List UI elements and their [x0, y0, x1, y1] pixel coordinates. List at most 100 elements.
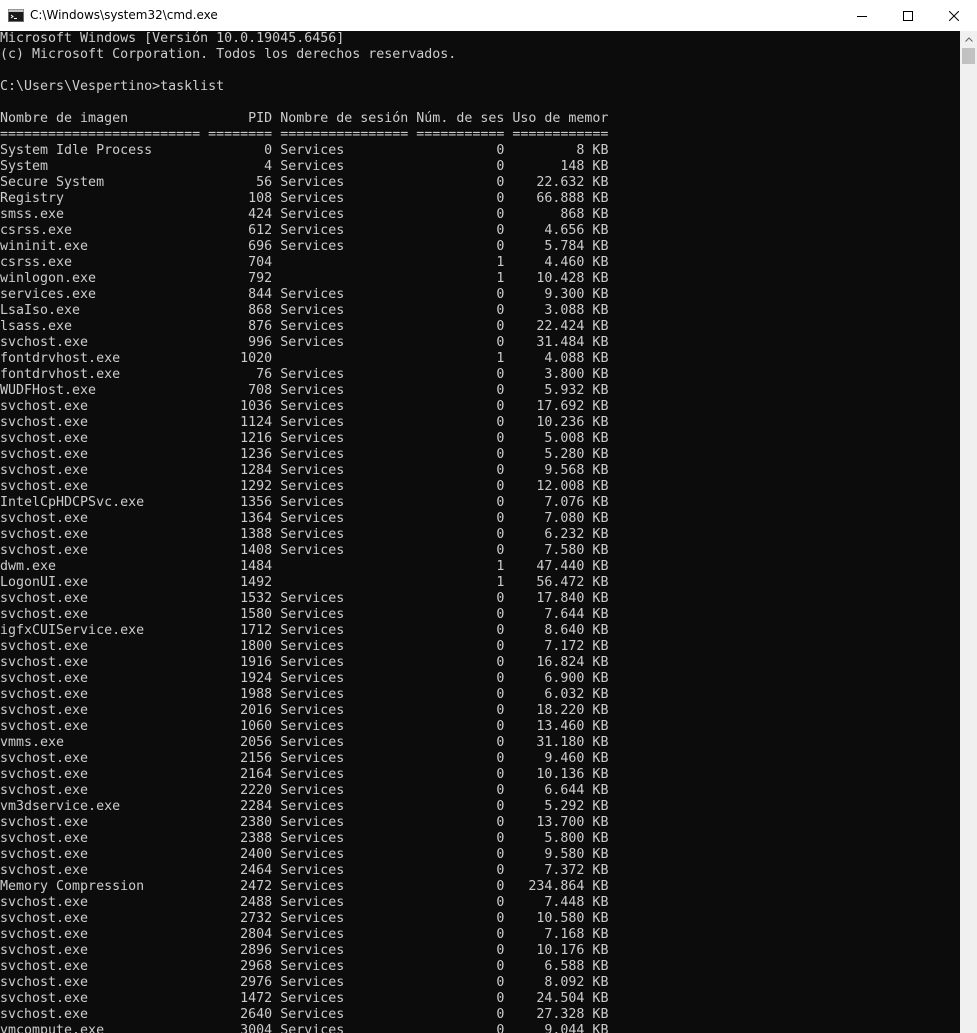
process-session-num: 0	[408, 287, 505, 302]
process-pid: 2164	[208, 767, 273, 782]
column-gap	[272, 831, 280, 846]
process-session: Services	[280, 335, 409, 350]
scroll-up-button[interactable]	[960, 31, 977, 48]
process-mem: 5.932 KB	[504, 383, 609, 398]
column-gap	[272, 463, 280, 478]
scroll-thumb[interactable]	[962, 48, 975, 64]
vertical-scrollbar[interactable]	[960, 31, 977, 1033]
table-row: System 4 Services 0 148 KB	[0, 159, 960, 175]
process-name: LogonUI.exe	[0, 575, 209, 590]
column-gap	[272, 575, 280, 590]
process-session: Services	[280, 431, 409, 446]
process-name: svchost.exe	[0, 687, 209, 702]
process-mem: 234.864 KB	[504, 879, 609, 894]
process-name: wininit.exe	[0, 239, 209, 254]
process-mem: 22.632 KB	[504, 175, 609, 190]
process-session-num: 0	[408, 175, 505, 190]
process-session-num: 0	[408, 831, 505, 846]
process-session-num: 0	[408, 223, 505, 238]
process-session-num: 1	[408, 559, 505, 574]
banner-line: (c) Microsoft Corporation. Todos los der…	[0, 47, 457, 62]
process-name: svchost.exe	[0, 655, 209, 670]
header-session-num: Núm. de ses	[416, 111, 513, 126]
table-row: svchost.exe 1916 Services 0 16.824 KB	[0, 655, 960, 671]
process-session: Services	[280, 783, 409, 798]
process-pid: 2804	[208, 927, 273, 942]
process-session-num: 0	[408, 623, 505, 638]
header-image-name: Nombre de imagen	[0, 111, 209, 126]
close-button[interactable]	[931, 0, 977, 31]
process-name: WUDFHost.exe	[0, 383, 209, 398]
table-row: svchost.exe 2804 Services 0 7.168 KB	[0, 927, 960, 943]
process-pid: 1284	[208, 463, 273, 478]
column-gap	[272, 607, 280, 622]
process-session-num: 0	[408, 671, 505, 686]
process-name: svchost.exe	[0, 415, 209, 430]
table-row: svchost.exe 2976 Services 0 8.092 KB	[0, 975, 960, 991]
process-session	[280, 559, 408, 574]
process-session: Services	[280, 303, 409, 318]
process-session: Services	[280, 927, 409, 942]
process-session: Services	[280, 479, 409, 494]
process-session-num: 1	[408, 255, 505, 270]
table-row: svchost.exe 1236 Services 0 5.280 KB	[0, 447, 960, 463]
column-gap	[272, 815, 280, 830]
window-title: C:\Windows\system32\cmd.exe	[30, 8, 218, 22]
process-pid: 2056	[208, 735, 273, 750]
process-name: svchost.exe	[0, 783, 209, 798]
column-gap	[272, 191, 280, 206]
table-header: Nombre de imagen PID Nombre de sesión Nú…	[0, 111, 960, 127]
table-row: svchost.exe 1408 Services 0 7.580 KB	[0, 543, 960, 559]
process-pid: 868	[208, 303, 273, 318]
process-session-num: 0	[408, 607, 505, 622]
process-name: svchost.exe	[0, 927, 209, 942]
process-session-num: 0	[408, 863, 505, 878]
process-name: System	[0, 159, 209, 174]
process-name: svchost.exe	[0, 671, 209, 686]
process-session: Services	[280, 159, 409, 174]
process-session-num: 0	[408, 703, 505, 718]
process-name: igfxCUIService.exe	[0, 623, 209, 638]
column-gap	[272, 943, 280, 958]
column-gap	[272, 351, 280, 366]
table-row: svchost.exe 1388 Services 0 6.232 KB	[0, 527, 960, 543]
process-mem: 9.460 KB	[504, 751, 609, 766]
column-gap	[272, 719, 280, 734]
maximize-button[interactable]	[885, 0, 931, 31]
column-gap	[272, 319, 280, 334]
process-session-num: 0	[408, 1007, 505, 1022]
column-gap	[272, 1023, 280, 1033]
close-icon	[949, 10, 959, 21]
process-pid: 1236	[208, 447, 273, 462]
minimize-button[interactable]	[839, 0, 885, 31]
process-pid: 996	[208, 335, 273, 350]
process-name: svchost.exe	[0, 703, 209, 718]
process-pid: 1356	[208, 495, 273, 510]
table-row: fontdrvhost.exe 1020 1 4.088 KB	[0, 351, 960, 367]
table-row: LogonUI.exe 1492 1 56.472 KB	[0, 575, 960, 591]
process-pid: 2472	[208, 879, 273, 894]
process-name: vmms.exe	[0, 735, 209, 750]
cmd-icon	[8, 9, 24, 22]
process-pid: 2732	[208, 911, 273, 926]
process-session-num: 0	[408, 431, 505, 446]
process-pid: 1020	[208, 351, 273, 366]
process-session	[280, 351, 408, 366]
process-pid: 876	[208, 319, 273, 334]
console-output[interactable]: Microsoft Windows [Versión 10.0.19045.64…	[0, 31, 960, 1033]
process-mem: 3.800 KB	[504, 367, 609, 382]
process-name: vm3dservice.exe	[0, 799, 209, 814]
process-session-num: 0	[408, 511, 505, 526]
table-row: dwm.exe 1484 1 47.440 KB	[0, 559, 960, 575]
process-session	[280, 271, 408, 286]
process-mem: 8 KB	[504, 143, 609, 158]
process-pid: 1388	[208, 527, 273, 542]
title-bar[interactable]: C:\Windows\system32\cmd.exe	[0, 0, 977, 31]
process-name: svchost.exe	[0, 543, 209, 558]
table-row: svchost.exe 2388 Services 0 5.800 KB	[0, 831, 960, 847]
process-mem: 9.044 KB	[504, 1023, 609, 1033]
process-mem: 10.176 KB	[504, 943, 609, 958]
process-session: Services	[280, 879, 409, 894]
table-row: LsaIso.exe 868 Services 0 3.088 KB	[0, 303, 960, 319]
